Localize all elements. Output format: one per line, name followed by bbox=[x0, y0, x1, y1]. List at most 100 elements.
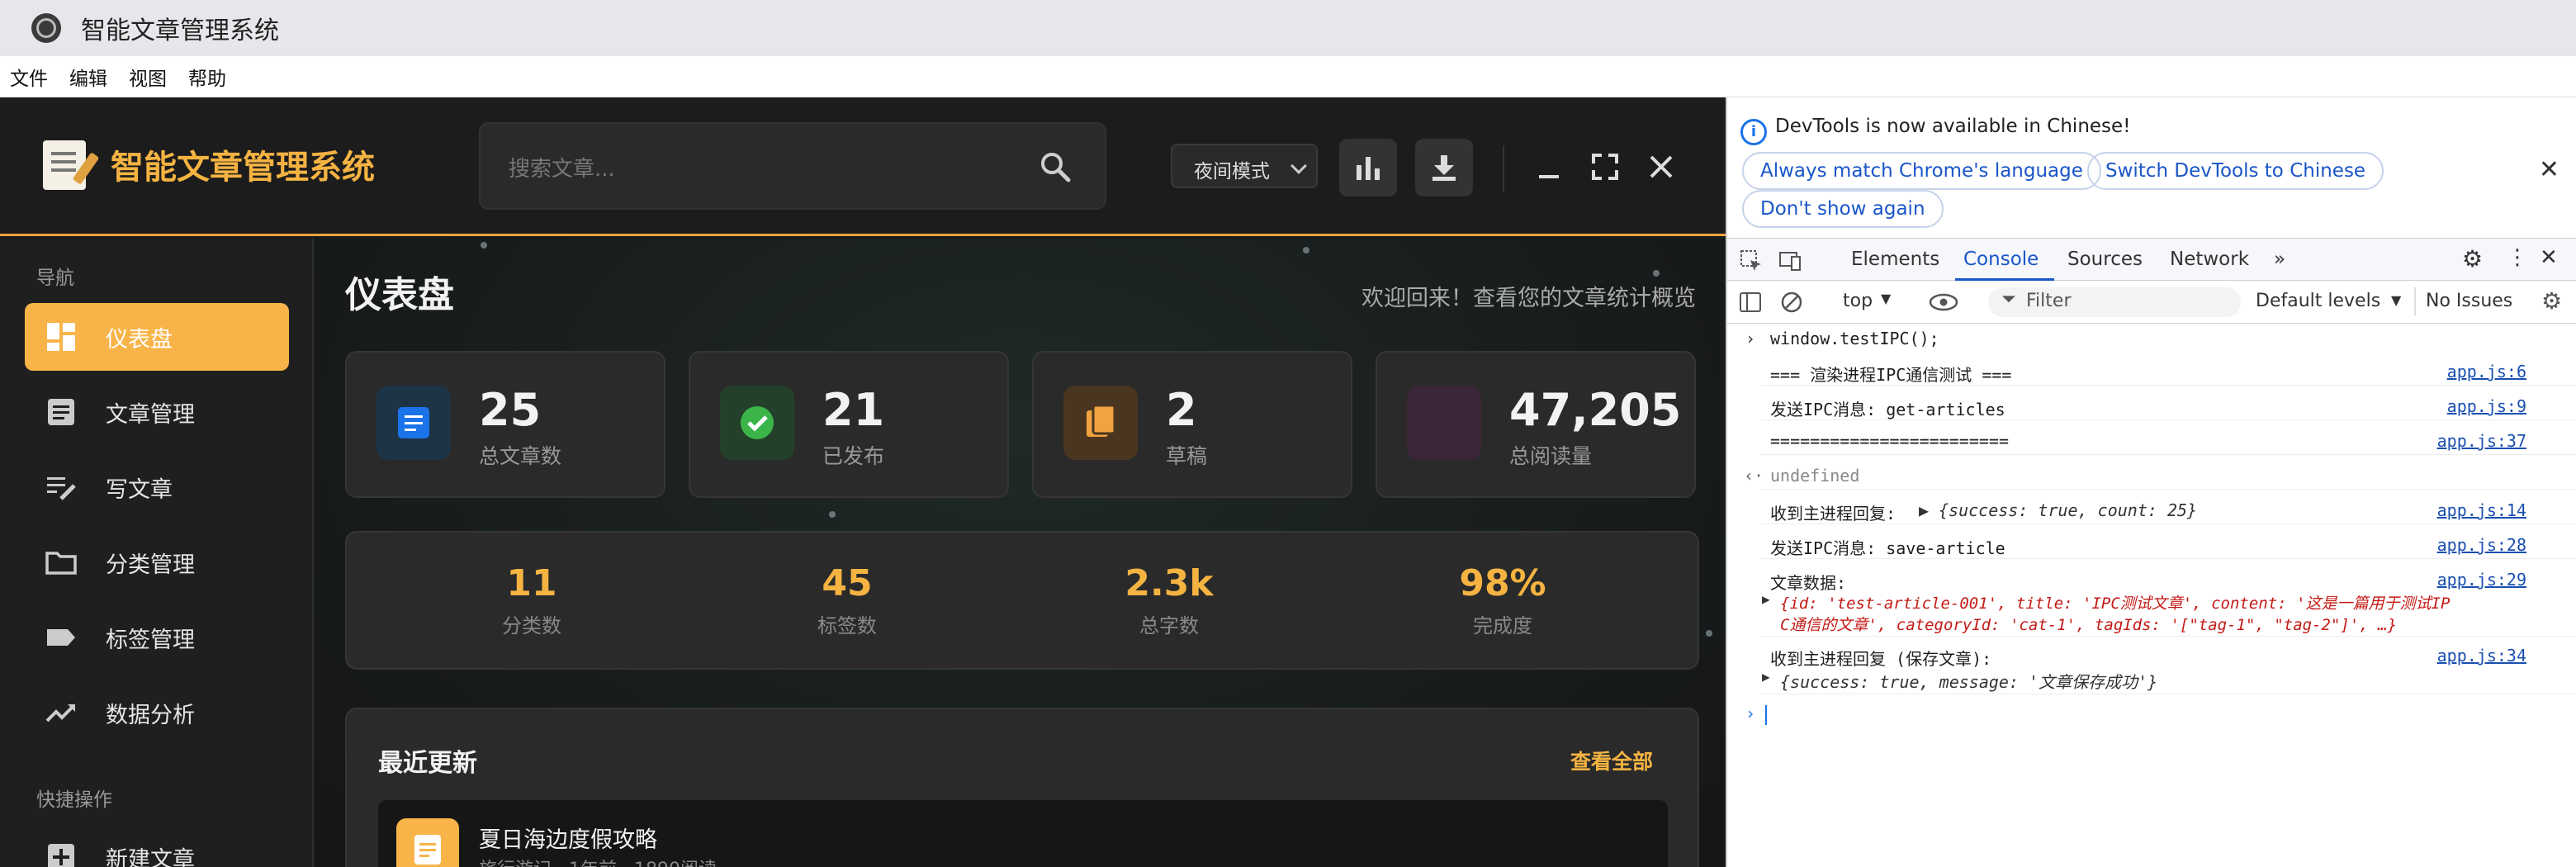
console-text: 发送IPC消息: get-articles bbox=[1770, 400, 2005, 419]
expand-triangle-icon[interactable]: ▶ bbox=[1919, 500, 1929, 520]
expand-triangle-icon[interactable]: ▶ bbox=[1762, 669, 1770, 685]
console-divider bbox=[1760, 385, 2576, 386]
inspect-element-icon[interactable] bbox=[1739, 249, 1764, 273]
sidebar-item-write[interactable]: 写文章 bbox=[25, 453, 289, 521]
copy-icon bbox=[1063, 386, 1138, 460]
sidebar-item-analytics[interactable]: 数据分析 bbox=[25, 679, 289, 746]
close-icon[interactable] bbox=[1643, 149, 1679, 185]
banner-message: DevTools is now available in Chinese! bbox=[1775, 116, 2131, 137]
menu-edit[interactable]: 编辑 bbox=[69, 63, 107, 91]
sidebar-item-label: 新建文章 bbox=[106, 846, 195, 867]
tab-network[interactable]: Network bbox=[2170, 249, 2249, 270]
sidebar-item-tags[interactable]: 标签管理 bbox=[25, 604, 289, 671]
add-box-icon bbox=[48, 844, 74, 867]
source-link[interactable]: app.js:37 bbox=[2437, 431, 2526, 451]
console-settings-gear-icon[interactable]: ⚙ bbox=[2541, 287, 2562, 315]
devtools-panel: i DevTools is now available in Chinese! … bbox=[1726, 97, 2576, 867]
summary-label: 标签数 bbox=[817, 614, 877, 637]
decor-dot bbox=[1303, 247, 1309, 253]
minimize-icon[interactable] bbox=[1531, 149, 1567, 185]
close-devtools-icon[interactable]: ✕ bbox=[2540, 245, 2558, 270]
nav-section-title: 导航 bbox=[36, 268, 74, 289]
console-object[interactable]: {success: true, message: '文章保存成功'} bbox=[1780, 669, 2157, 693]
stats-button[interactable] bbox=[1339, 139, 1397, 197]
sidebar-item-label: 标签管理 bbox=[106, 627, 195, 653]
console-divider bbox=[1760, 636, 2576, 637]
menu-help[interactable]: 帮助 bbox=[188, 63, 226, 91]
more-options-icon[interactable]: ⋮ bbox=[2507, 245, 2528, 270]
console-divider bbox=[1760, 419, 2576, 420]
quick-item-new-article[interactable]: 新建文章 bbox=[25, 823, 289, 867]
issues-counter[interactable]: No Issues bbox=[2426, 291, 2512, 311]
theme-mode-select[interactable]: 夜间模式 bbox=[1171, 144, 1318, 188]
stat-card-published[interactable]: 21 已发布 bbox=[689, 351, 1009, 498]
stat-label: 总阅读量 bbox=[1509, 444, 1593, 468]
source-link[interactable]: app.js:34 bbox=[2437, 646, 2526, 666]
trending-up-icon bbox=[45, 704, 75, 722]
menu-view[interactable]: 视图 bbox=[129, 63, 167, 91]
decor-dot bbox=[829, 511, 836, 518]
gear-icon[interactable]: ⚙ bbox=[2462, 245, 2483, 272]
article-meta: 旅行游记 · 1年前 · 1890阅读 bbox=[479, 855, 717, 867]
language-banner: i DevTools is now available in Chinese! … bbox=[1727, 97, 2576, 238]
stat-value: 25 bbox=[479, 384, 542, 436]
views-icon bbox=[1407, 386, 1481, 460]
tab-elements[interactable]: Elements bbox=[1851, 249, 1939, 270]
context-select[interactable]: top bbox=[1843, 291, 1873, 311]
menu-bar: 文件 编辑 视图 帮助 bbox=[0, 56, 2576, 97]
tab-console[interactable]: Console bbox=[1963, 249, 2039, 270]
device-toolbar-icon[interactable] bbox=[1778, 249, 1803, 273]
fullscreen-icon[interactable] bbox=[1587, 149, 1623, 185]
source-link[interactable]: app.js:28 bbox=[2437, 535, 2526, 555]
log-levels-select[interactable]: Default levels bbox=[2256, 291, 2380, 311]
summary-label: 分类数 bbox=[502, 614, 561, 637]
sidebar-toggle-icon[interactable] bbox=[1739, 291, 1762, 314]
source-link[interactable]: app.js:14 bbox=[2437, 500, 2526, 520]
list-item[interactable]: 夏日海边度假攻略 旅行游记 · 1年前 · 1890阅读 bbox=[378, 800, 1668, 867]
stat-card-drafts[interactable]: 2 草稿 bbox=[1032, 351, 1352, 498]
source-link[interactable]: app.js:29 bbox=[2437, 570, 2526, 590]
tab-sources[interactable]: Sources bbox=[2067, 249, 2143, 270]
window-titlebar: 智能文章管理系统 bbox=[0, 0, 2576, 56]
sidebar-item-categories[interactable]: 分类管理 bbox=[25, 528, 289, 596]
page-title: 仪表盘 bbox=[345, 274, 454, 316]
app-title: 智能文章管理系统 bbox=[111, 149, 375, 187]
console-object[interactable]: {success: true, count: 25} bbox=[1939, 500, 2197, 520]
welcome-text: 欢迎回来！查看您的文章统计概览 bbox=[1361, 286, 1696, 311]
decor-dot bbox=[1653, 270, 1660, 277]
export-button[interactable] bbox=[1415, 139, 1473, 197]
match-language-button[interactable]: Always match Chrome's language bbox=[1742, 152, 2101, 190]
source-link[interactable]: app.js:9 bbox=[2447, 396, 2526, 416]
console-divider bbox=[1760, 489, 2576, 490]
console-text: undefined bbox=[1770, 466, 1860, 486]
console-object[interactable]: {id: 'test-article-001', title: 'IPC测试文章… bbox=[1780, 591, 2450, 614]
stat-label: 总文章数 bbox=[479, 444, 562, 468]
stat-card-views[interactable]: 47,205 总阅读量 bbox=[1376, 351, 1696, 498]
switch-language-button[interactable]: Switch DevTools to Chinese bbox=[2087, 152, 2384, 190]
dont-show-button[interactable]: Don't show again bbox=[1742, 190, 1944, 228]
summary-value: 45 bbox=[822, 562, 873, 604]
search-input[interactable]: 搜索文章... bbox=[479, 122, 1106, 210]
more-tabs-icon[interactable]: » bbox=[2274, 249, 2285, 270]
sidebar-item-label: 写文章 bbox=[106, 476, 173, 503]
view-all-link[interactable]: 查看全部 bbox=[1570, 746, 1653, 775]
console-object[interactable]: C通信的文章', categoryId: 'cat-1', tagIds: '[… bbox=[1780, 613, 2397, 635]
source-link[interactable]: app.js:6 bbox=[2447, 362, 2526, 381]
menu-file[interactable]: 文件 bbox=[10, 63, 48, 91]
recent-title: 最近更新 bbox=[378, 749, 477, 778]
header-divider bbox=[1503, 145, 1504, 192]
article-icon bbox=[396, 818, 459, 867]
console-text: 收到主进程回复: bbox=[1770, 504, 1896, 524]
console-text: ======================== bbox=[1770, 431, 2009, 451]
stat-card-total[interactable]: 25 总文章数 bbox=[345, 351, 665, 498]
prompt-chevron-icon: › bbox=[1745, 704, 1756, 723]
clear-console-icon[interactable] bbox=[1780, 291, 1803, 314]
filter-input[interactable]: ⏷ Filter bbox=[1988, 287, 2241, 317]
close-icon[interactable]: ✕ bbox=[2539, 155, 2559, 184]
search-icon[interactable] bbox=[1039, 150, 1072, 183]
sidebar-item-dashboard[interactable]: 仪表盘 bbox=[25, 303, 289, 371]
stat-value: 2 bbox=[1166, 384, 1197, 436]
sidebar-item-articles[interactable]: 文章管理 bbox=[25, 378, 289, 446]
eye-icon[interactable] bbox=[1929, 292, 1958, 312]
expand-triangle-icon[interactable]: ▶ bbox=[1762, 591, 1770, 607]
